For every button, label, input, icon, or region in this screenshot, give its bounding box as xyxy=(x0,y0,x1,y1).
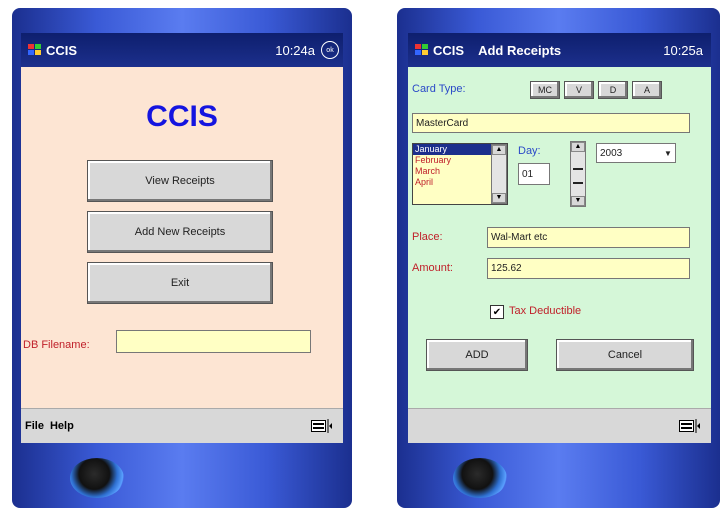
card-type-v-button[interactable]: V xyxy=(564,81,594,99)
day-label: Day: xyxy=(518,145,541,157)
keyboard-icon[interactable] xyxy=(311,419,333,433)
tax-deductible-label: Tax Deductible xyxy=(509,305,582,317)
year-value: 2003 xyxy=(600,147,623,159)
scroll-up-icon[interactable]: ▲ xyxy=(492,145,506,155)
card-type-label: Card Type: xyxy=(412,83,466,95)
chevron-down-icon[interactable]: ▼ xyxy=(661,144,675,162)
month-scrollbar[interactable]: ▲ ▼ xyxy=(491,144,507,204)
amount-label: Amount: xyxy=(412,262,453,274)
spin-down-icon[interactable]: ▼ xyxy=(571,196,585,206)
view-receipts-button[interactable]: View Receipts xyxy=(87,160,273,202)
add-button[interactable]: ADD xyxy=(426,339,528,371)
tax-deductible-checkbox[interactable]: ✔ xyxy=(490,305,504,319)
ok-icon[interactable]: ok xyxy=(321,41,339,59)
windows-start-icon[interactable] xyxy=(27,42,43,58)
card-type-a-button[interactable]: A xyxy=(632,81,662,99)
amount-input[interactable]: 125.62 xyxy=(487,258,690,279)
card-type-d-button[interactable]: D xyxy=(598,81,628,99)
screen-title: Add Receipts xyxy=(478,42,562,58)
card-type-mc-button[interactable]: MC xyxy=(530,81,560,99)
app-name: CCIS xyxy=(433,42,465,58)
navigation-pad-icon[interactable] xyxy=(453,458,507,498)
db-filename-label: DB Filename: xyxy=(23,339,90,351)
day-input[interactable]: 01 xyxy=(518,163,550,185)
app-name: CCIS xyxy=(46,42,78,58)
menu-bar: File Help xyxy=(21,408,343,443)
month-listbox[interactable]: January February March April ▲ ▼ xyxy=(412,143,508,205)
menu-help[interactable]: Help xyxy=(50,420,74,432)
scroll-down-icon[interactable]: ▼ xyxy=(492,193,506,203)
page-title: CCIS xyxy=(146,100,218,133)
clock: 10:25a xyxy=(663,43,703,58)
menu-bar xyxy=(408,408,711,443)
device-main-menu: CCIS 10:24a ok CCIS View Receipts Add Ne… xyxy=(12,8,352,508)
day-spinner[interactable]: ▲ ▼ xyxy=(570,141,586,207)
title-bar: CCIS 10:24a ok xyxy=(21,33,343,67)
windows-start-icon[interactable] xyxy=(414,42,430,58)
add-receipts-screen: CCIS Add Receipts 10:25a Card Type: MC V… xyxy=(408,33,711,443)
clock: 10:24a xyxy=(275,43,315,58)
menu-file[interactable]: File xyxy=(25,420,44,432)
add-new-receipts-button[interactable]: Add New Receipts xyxy=(87,211,273,253)
place-label: Place: xyxy=(412,231,443,243)
place-input[interactable]: Wal-Mart etc xyxy=(487,227,690,248)
year-select[interactable]: 2003 ▼ xyxy=(596,143,676,163)
cancel-button[interactable]: Cancel xyxy=(556,339,694,371)
exit-button[interactable]: Exit xyxy=(87,262,273,304)
device-add-receipts: CCIS Add Receipts 10:25a Card Type: MC V… xyxy=(397,8,720,508)
main-menu-screen: CCIS 10:24a ok CCIS View Receipts Add Ne… xyxy=(21,33,343,443)
keyboard-icon[interactable] xyxy=(679,419,701,433)
navigation-pad-icon[interactable] xyxy=(70,458,124,498)
card-name-field[interactable]: MasterCard xyxy=(412,113,690,133)
spinner-thumb[interactable] xyxy=(573,168,583,184)
title-bar: CCIS Add Receipts 10:25a xyxy=(408,33,711,67)
spin-up-icon[interactable]: ▲ xyxy=(571,142,585,152)
db-filename-input[interactable] xyxy=(116,330,311,353)
